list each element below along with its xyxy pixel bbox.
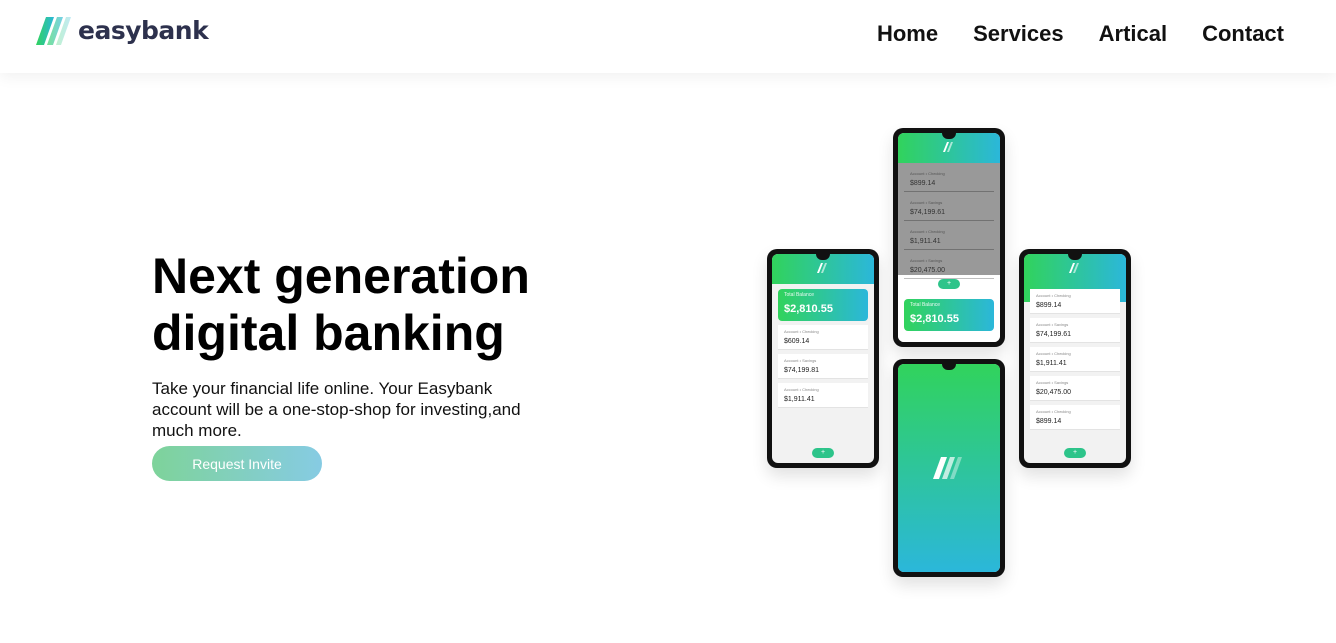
- phone-screen: [898, 364, 1000, 572]
- account-amount: $899.14: [1036, 302, 1062, 309]
- account-row: Account • Savings $20,475.00: [1030, 376, 1120, 401]
- phone-mockup-top: Account • Checking $899.14 Account • Savi…: [893, 128, 1005, 347]
- account-amount: $74,199.61: [1036, 331, 1072, 338]
- account-label: Account • Checking: [1036, 351, 1071, 356]
- account-amount: $609.14: [784, 338, 810, 345]
- phone-mockup-right: Account • Checking $899.14 Account • Savi…: [1019, 249, 1131, 468]
- hero-subtext: Take your financial life online. Your Ea…: [152, 379, 521, 440]
- account-row: Account • Savings $74,199.61: [904, 196, 994, 221]
- account-label: Account • Checking: [784, 387, 819, 392]
- logo-text: easybank: [78, 16, 209, 45]
- request-invite-button[interactable]: Request Invite: [152, 446, 322, 481]
- phone-screen: Account • Checking $899.14 Account • Savi…: [1024, 254, 1126, 463]
- nav-services[interactable]: Services: [973, 20, 1064, 48]
- fab-button: +: [938, 279, 960, 289]
- account-row: Account • Savings $74,199.81: [778, 354, 868, 379]
- account-label: Account • Checking: [910, 171, 945, 176]
- account-amount: $899.14: [910, 180, 936, 187]
- phone-screen: Total Balance $2,810.55 Account • Checki…: [772, 254, 874, 463]
- logo-mark-icon: [36, 17, 71, 45]
- nav-home[interactable]: Home: [877, 20, 938, 48]
- phone-mockup-bottom: [893, 359, 1005, 577]
- account-row: Account • Checking $1,911.41: [904, 225, 994, 250]
- app-logo-icon: [1069, 263, 1079, 273]
- nav-contact[interactable]: Contact: [1202, 20, 1284, 48]
- account-row: Account • Savings $74,199.61: [1030, 318, 1120, 343]
- account-row: Account • Checking $1,911.41: [778, 383, 868, 408]
- account-label: Account • Savings: [1036, 380, 1069, 385]
- nav-artical[interactable]: Artical: [1099, 20, 1167, 48]
- hero-headline: Next generation digital banking: [152, 248, 530, 361]
- account-row: Account • Checking $899.14: [904, 167, 994, 192]
- account-amount: $20,475.00: [910, 267, 946, 274]
- account-label: Account • Checking: [784, 329, 819, 334]
- balance-amount: $2,810.55: [784, 303, 833, 315]
- account-label: Account • Savings: [1036, 322, 1069, 327]
- account-label: Account • Savings: [910, 200, 943, 205]
- balance-label: Total Balance: [910, 302, 941, 308]
- account-list: Account • Checking $899.14 Account • Savi…: [1024, 289, 1126, 434]
- balance-amount: $2,810.55: [910, 313, 959, 325]
- balance-label: Total Balance: [784, 292, 815, 298]
- account-amount: $74,199.81: [784, 367, 820, 374]
- dim-overlay: Account • Checking $899.14 Account • Savi…: [898, 163, 1000, 279]
- hero-text: Next generation digital banking Take you…: [152, 248, 552, 441]
- account-label: Account • Checking: [910, 229, 945, 234]
- app-logo-icon: [933, 457, 962, 479]
- account-amount: $1,911.41: [1036, 360, 1067, 367]
- splash-screen: [898, 364, 1000, 572]
- account-row: Account • Checking $899.14: [1030, 405, 1120, 430]
- account-amount: $1,911.41: [910, 238, 941, 245]
- balance-card: Total Balance $2,810.55: [778, 289, 868, 321]
- account-row: Account • Checking $609.14: [778, 325, 868, 350]
- account-row: Account • Checking $899.14: [1030, 289, 1120, 314]
- main-nav: Home Services Artical Contact: [842, 20, 1284, 48]
- account-label: Account • Savings: [784, 358, 817, 363]
- site-header: easybank Home Services Artical Contact: [0, 0, 1336, 73]
- account-amount: $1,911.41: [784, 396, 815, 403]
- phone-screen: Account • Checking $899.14 Account • Savi…: [898, 133, 1000, 342]
- account-row: Account • Checking $1,911.41: [1030, 347, 1120, 372]
- logo[interactable]: easybank: [36, 16, 209, 46]
- account-label: Account • Checking: [1036, 409, 1071, 414]
- account-amount: $74,199.61: [910, 209, 946, 216]
- sheet: + Total Balance $2,810.55: [898, 275, 1000, 342]
- account-amount: $20,475.00: [1036, 389, 1072, 396]
- account-amount: $899.14: [1036, 418, 1062, 425]
- account-label: Account • Savings: [910, 258, 943, 263]
- phone-mockup-left: Total Balance $2,810.55 Account • Checki…: [767, 249, 879, 468]
- app-logo-icon: [943, 142, 953, 152]
- fab-button: +: [1064, 448, 1086, 458]
- account-row: Account • Savings $20,475.00: [904, 254, 994, 279]
- fab-button: +: [812, 448, 834, 458]
- balance-card: Total Balance $2,810.55: [904, 299, 994, 331]
- app-logo-icon: [817, 263, 827, 273]
- account-label: Account • Checking: [1036, 293, 1071, 298]
